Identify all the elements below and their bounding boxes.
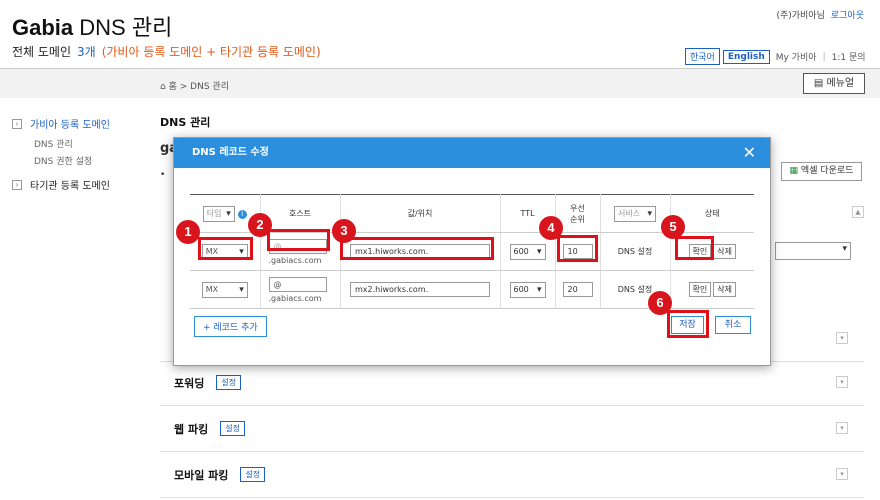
value-input[interactable]: mx2.hiworks.com.: [350, 282, 490, 297]
lang-en-button[interactable]: English: [722, 49, 770, 64]
background-select[interactable]: ▾: [775, 242, 851, 260]
save-button[interactable]: 저장: [671, 316, 704, 334]
host-input[interactable]: @: [268, 238, 327, 254]
service-filter-select[interactable]: 서비스 ▾: [614, 205, 656, 222]
cancel-button[interactable]: 취소: [715, 316, 751, 334]
dns-record-modal: DNS 레코드 수정 ✕ 타입 ▾ i 호스트 값/위치 TTL 우선 순위 서비스…: [173, 137, 771, 366]
service-label: DNS 설정: [600, 232, 671, 271]
sidebar-item-other-domains[interactable]: › 타기관 등록 도메인: [12, 177, 142, 192]
col-value: 값/위치: [340, 194, 501, 233]
logout-link[interactable]: 로그아웃: [831, 11, 864, 21]
sidebar-sub-dns-permission[interactable]: DNS 권한 설정: [34, 154, 142, 167]
host-input[interactable]: @: [268, 276, 327, 292]
host-suffix: .gabiacs.com: [268, 255, 322, 265]
callout-2: 2: [248, 213, 272, 237]
section-mobile-parking: 모바일 파킹 설정 ▾: [160, 452, 864, 498]
breadcrumb-home[interactable]: 홈: [169, 82, 177, 92]
type-filter-select[interactable]: 타입 ▾: [202, 205, 235, 222]
breadcrumb-current: DNS 관리: [190, 82, 229, 92]
breadcrumb-bar: ⌂ 홈 > DNS 관리 ▤ 메뉴얼: [0, 68, 880, 98]
forwarding-settings-button[interactable]: 설정: [216, 375, 242, 390]
type-select[interactable]: MX ▾: [201, 281, 248, 298]
excel-download-button[interactable]: ▦ 엑셀 다운로드: [781, 162, 862, 181]
ttl-select[interactable]: 600 ▾: [509, 281, 546, 298]
col-host: 호스트: [260, 194, 341, 233]
delete-button[interactable]: 삭제: [713, 244, 736, 259]
domain-label: 전체 도메인: [12, 45, 72, 59]
priority-input[interactable]: 20: [562, 282, 593, 297]
dns-record-table: 타입 ▾ i 호스트 값/위치 TTL 우선 순위 서비스 ▾ 상태 MX ▾ @ .ga…: [190, 194, 754, 309]
collapse-icon[interactable]: ▲: [852, 206, 864, 218]
priority-input[interactable]: 10: [562, 244, 593, 259]
web-parking-settings-button[interactable]: 설정: [220, 421, 245, 436]
close-icon[interactable]: ✕: [743, 138, 756, 168]
spreadsheet-icon: ▦: [789, 166, 799, 176]
chevron-right-icon: ›: [12, 118, 22, 129]
lang-ko-button[interactable]: 한국어: [685, 48, 720, 65]
sidebar-item-gabia-domains[interactable]: › 가비아 등록 도메인: [12, 116, 142, 131]
col-service: 서비스 ▾: [600, 194, 671, 233]
confirm-button[interactable]: 확인: [688, 244, 712, 259]
callout-1: 1: [176, 220, 200, 244]
host-suffix: .gabiacs.com: [268, 293, 322, 303]
language-bar: 한국어 English My 가비아 | 1:1 문의: [685, 48, 866, 65]
callout-4: 4: [539, 216, 563, 240]
section-web-parking: 웹 파킹 설정 ▾: [160, 406, 864, 452]
domain-group: (가비아 등록 도메인 + 타기관 등록 도메인): [101, 45, 321, 59]
user-links: (주)가비아님 로그아웃: [776, 8, 864, 21]
my-gabia-link[interactable]: My 가비아: [776, 50, 817, 63]
support-link[interactable]: 1:1 문의: [832, 50, 866, 63]
expand-icon[interactable]: ▾: [836, 376, 848, 388]
section-forwarding: 포워딩 설정 ▾: [160, 360, 864, 406]
info-icon[interactable]: i: [237, 209, 247, 219]
page-header: Gabia DNS 관리 전체 도메인 3개 (가비아 등록 도메인 + 타기관 등…: [0, 0, 880, 68]
delete-button[interactable]: 삭제: [713, 282, 736, 297]
modal-title: DNS 레코드 수정: [192, 147, 269, 158]
callout-3: 3: [332, 219, 356, 243]
modal-header: DNS 레코드 수정 ✕: [174, 138, 770, 168]
bullet: •: [160, 170, 166, 180]
sidebar: › 가비아 등록 도메인 DNS 관리 DNS 권한 설정 › 타기관 등록 도메인: [12, 116, 142, 198]
document-icon: ▤: [813, 78, 824, 89]
type-select[interactable]: MX ▾: [201, 243, 248, 260]
confirm-button[interactable]: 확인: [688, 282, 712, 297]
breadcrumb: ⌂ 홈 > DNS 관리: [160, 82, 229, 92]
ttl-select[interactable]: 600 ▾: [509, 243, 546, 260]
domain-count[interactable]: 3개: [77, 45, 96, 59]
user-name: (주)가비아님: [776, 11, 825, 21]
chevron-right-icon: ›: [12, 179, 22, 190]
add-record-button[interactable]: + 레코드 추가: [194, 316, 267, 337]
content-title: DNS 관리: [160, 116, 211, 129]
domain-summary: 전체 도메인 3개 (가비아 등록 도메인 + 타기관 등록 도메인): [12, 43, 321, 60]
expand-icon[interactable]: ▾: [836, 468, 848, 480]
expand-icon[interactable]: ▾: [836, 332, 848, 344]
expand-icon[interactable]: ▾: [836, 422, 848, 434]
sidebar-sub-dns[interactable]: DNS 관리: [34, 137, 142, 150]
value-input[interactable]: mx1.hiworks.com.: [350, 244, 490, 259]
page-title: Gabia DNS 관리: [12, 15, 173, 40]
mobile-parking-settings-button[interactable]: 설정: [240, 467, 266, 482]
callout-6: 6: [648, 291, 672, 315]
callout-5: 5: [661, 215, 685, 239]
home-icon[interactable]: ⌂: [160, 82, 166, 92]
manual-button[interactable]: ▤ 메뉴얼: [803, 73, 865, 94]
